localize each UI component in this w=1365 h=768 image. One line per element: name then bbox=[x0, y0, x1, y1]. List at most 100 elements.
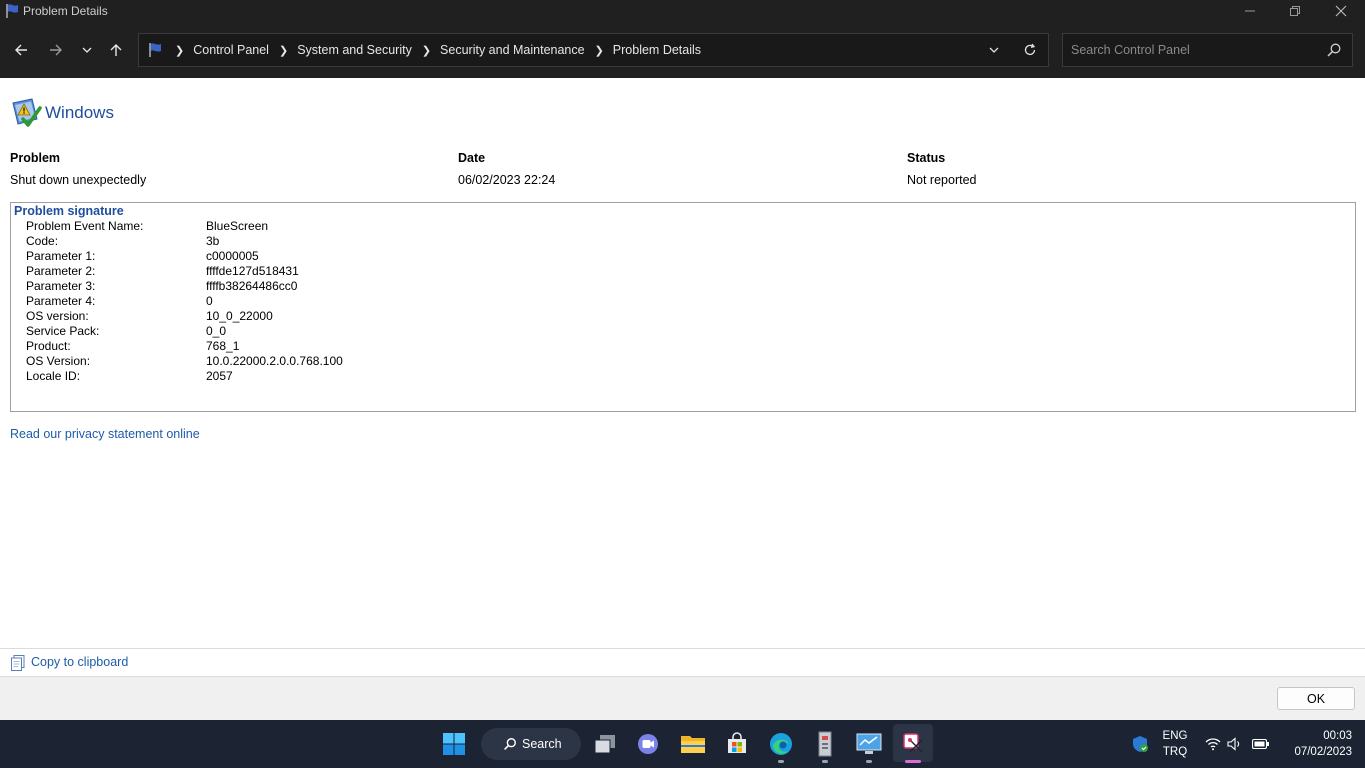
windows-security-tray-icon[interactable] bbox=[1126, 728, 1154, 760]
product-name: Windows bbox=[45, 103, 114, 122]
wifi-icon bbox=[1205, 738, 1221, 751]
breadcrumb-separator[interactable]: ❯ bbox=[422, 44, 431, 57]
problem-signature-box: Problem signature Problem Event Name: Blu… bbox=[10, 202, 1356, 412]
arrow-up-icon bbox=[110, 44, 122, 56]
refresh-icon bbox=[1024, 43, 1036, 56]
title-bar: Problem Details bbox=[0, 0, 1365, 22]
teams-chat-icon bbox=[638, 734, 658, 754]
chat-button[interactable] bbox=[632, 728, 664, 760]
address-dropdown-button[interactable] bbox=[984, 40, 1004, 60]
signature-value: 0 bbox=[206, 294, 213, 308]
windows-logo-icon bbox=[443, 733, 465, 755]
copy-to-clipboard-link[interactable]: Copy to clipboard bbox=[31, 655, 128, 669]
clock-date[interactable]: 07/02/2023 bbox=[1275, 746, 1352, 758]
search-input[interactable] bbox=[1063, 34, 1313, 66]
edge-browser-button[interactable] bbox=[765, 728, 797, 760]
system-monitor-icon bbox=[856, 733, 882, 754]
keyboard-layout[interactable]: TRQ bbox=[1160, 746, 1190, 758]
store-bag-icon bbox=[728, 732, 746, 753]
refresh-button[interactable] bbox=[1020, 40, 1040, 60]
signature-value: 0_0 bbox=[206, 324, 227, 338]
clock-time[interactable]: 00:03 bbox=[1280, 730, 1352, 742]
windows-warning-icon bbox=[12, 98, 42, 127]
close-button[interactable] bbox=[1318, 0, 1364, 22]
product-heading: Windows bbox=[10, 96, 114, 130]
privacy-statement-link[interactable]: Read our privacy statement online bbox=[10, 427, 200, 441]
snipping-tool-button[interactable] bbox=[893, 724, 933, 762]
signature-value: ffffb38264486cc0 bbox=[206, 279, 298, 293]
chevron-down-icon bbox=[989, 47, 999, 53]
file-explorer-button[interactable] bbox=[677, 728, 709, 760]
minimize-icon bbox=[1245, 10, 1255, 12]
back-button[interactable] bbox=[9, 39, 33, 61]
signature-value: BlueScreen bbox=[206, 219, 269, 233]
folder-icon bbox=[681, 736, 705, 753]
signature-key: OS Version: bbox=[26, 354, 91, 368]
window-title: Problem Details bbox=[23, 4, 108, 18]
clipboard-bar: Copy to clipboard bbox=[0, 648, 1365, 676]
breadcrumb-control-panel[interactable]: Control Panel bbox=[193, 43, 269, 57]
up-button[interactable] bbox=[104, 39, 128, 61]
signature-key: Service Pack: bbox=[26, 324, 100, 338]
microsoft-store-button[interactable] bbox=[721, 728, 753, 760]
problem-value: Shut down unexpectedly bbox=[10, 173, 147, 187]
running-indicator bbox=[778, 760, 784, 763]
search-icon[interactable] bbox=[1326, 42, 1342, 58]
recent-locations-button[interactable] bbox=[75, 39, 99, 61]
forward-button[interactable] bbox=[44, 39, 68, 61]
app-button-2[interactable] bbox=[853, 728, 885, 760]
shield-check-icon bbox=[1133, 736, 1148, 752]
signature-value: 3b bbox=[206, 234, 220, 248]
breadcrumb-problem-details[interactable]: Problem Details bbox=[613, 43, 701, 57]
tower-app-icon bbox=[818, 731, 832, 757]
breadcrumb: ❯ Control Panel ❯ System and Security ❯ … bbox=[147, 34, 701, 66]
signature-key: Code: bbox=[26, 234, 59, 248]
dialog-footer: OK bbox=[0, 676, 1365, 720]
volume-tray-icon[interactable] bbox=[1225, 728, 1245, 760]
action-center-flag-icon bbox=[6, 4, 18, 18]
restore-button[interactable] bbox=[1272, 0, 1318, 22]
task-view-button[interactable] bbox=[589, 728, 621, 760]
minimize-button[interactable] bbox=[1227, 0, 1273, 22]
arrow-right-icon bbox=[50, 44, 62, 56]
battery-tray-icon[interactable] bbox=[1250, 728, 1272, 760]
search-box[interactable] bbox=[1062, 33, 1353, 67]
signature-value: 768_1 bbox=[206, 339, 240, 353]
start-button[interactable] bbox=[438, 728, 470, 760]
signature-value: 10_0_22000 bbox=[206, 309, 273, 323]
problem-header: Problem bbox=[10, 151, 61, 165]
signature-key: Problem Event Name: bbox=[26, 219, 144, 233]
speaker-icon bbox=[1227, 737, 1240, 751]
ok-button[interactable]: OK bbox=[1277, 687, 1355, 710]
breadcrumb-separator[interactable]: ❯ bbox=[595, 44, 604, 57]
signature-value: 2057 bbox=[206, 369, 233, 383]
copy-document-icon bbox=[11, 655, 25, 671]
breadcrumb-security-and-maintenance[interactable]: Security and Maintenance bbox=[440, 43, 585, 57]
wifi-tray-icon[interactable] bbox=[1203, 728, 1223, 760]
status-value: Not reported bbox=[907, 173, 977, 187]
signature-key: Parameter 4: bbox=[26, 294, 96, 308]
problem-details-content: Windows Problem Shut down unexpectedly D… bbox=[0, 78, 1365, 648]
breadcrumb-separator[interactable]: ❯ bbox=[175, 44, 184, 57]
address-bar[interactable]: ❯ Control Panel ❯ System and Security ❯ … bbox=[138, 33, 1049, 67]
task-view-icon bbox=[594, 735, 615, 754]
arrow-left-icon bbox=[15, 44, 27, 56]
problem-signature-title: Problem signature bbox=[14, 204, 124, 218]
status-header: Status bbox=[907, 151, 946, 165]
date-header: Date bbox=[458, 151, 486, 165]
breadcrumb-system-and-security[interactable]: System and Security bbox=[297, 43, 412, 57]
search-icon bbox=[504, 738, 516, 750]
battery-icon bbox=[1252, 738, 1269, 750]
snipping-tool-icon bbox=[903, 733, 923, 753]
restore-icon bbox=[1290, 6, 1300, 16]
signature-value: ffffde127d518431 bbox=[206, 264, 299, 278]
navigation-bar: ❯ Control Panel ❯ System and Security ❯ … bbox=[0, 22, 1365, 78]
signature-key: Parameter 1: bbox=[26, 249, 96, 263]
signature-key: Product: bbox=[26, 339, 71, 353]
active-indicator bbox=[905, 760, 921, 763]
app-button-1[interactable] bbox=[809, 728, 841, 760]
input-language[interactable]: ENG bbox=[1160, 730, 1190, 742]
taskbar-search-button[interactable]: Search bbox=[481, 728, 581, 760]
taskbar: Search ENG TRQ 00:03 07/02/2023 bbox=[0, 720, 1365, 768]
breadcrumb-separator[interactable]: ❯ bbox=[279, 44, 288, 57]
